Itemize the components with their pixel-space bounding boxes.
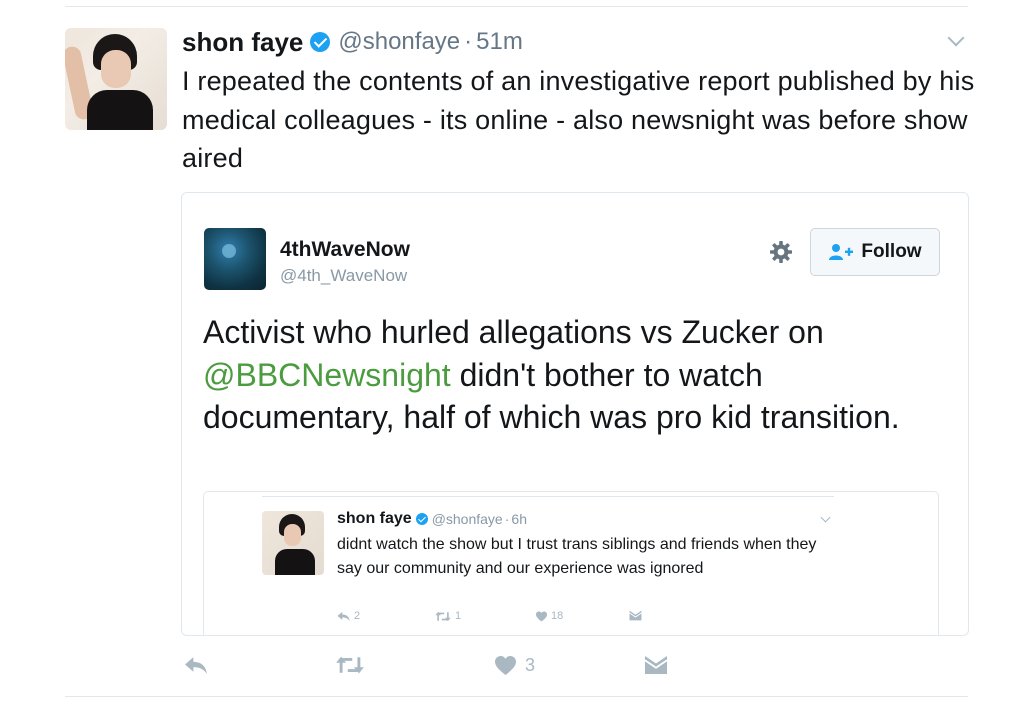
direct-message-icon	[644, 656, 668, 674]
bottom-divider	[65, 696, 968, 697]
follow-button-label: Follow	[861, 241, 922, 262]
verified-badge-icon	[310, 32, 331, 52]
retweet-button[interactable]	[334, 650, 374, 680]
quoted-reply-count: 2	[354, 610, 361, 622]
like-heart-icon	[495, 655, 516, 675]
quoted-reply-button[interactable]: 2	[337, 610, 360, 622]
tweet-timestamp[interactable]: 51m	[476, 28, 523, 56]
quoted-verified-badge-icon	[415, 513, 428, 525]
quoted-author-handle[interactable]: @shonfaye	[432, 511, 503, 527]
time-separator: ·	[464, 28, 473, 55]
embedded-author-handle[interactable]: @4th_WaveNow	[280, 266, 407, 286]
embedded-text-before: Activist who hurled allegations vs Zucke…	[203, 314, 824, 350]
follow-button[interactable]: Follow	[810, 228, 940, 276]
chevron-down-icon[interactable]	[947, 29, 965, 47]
quoted-timestamp[interactable]: 6h	[511, 511, 527, 527]
retweet-icon	[336, 656, 364, 674]
quoted-retweet-count: 1	[455, 610, 462, 622]
quoted-chevron-down-icon[interactable]	[820, 512, 831, 523]
retweet-icon	[435, 611, 451, 621]
avatar[interactable]	[65, 28, 167, 130]
follow-person-icon	[829, 244, 854, 260]
tweet-header: shon faye @shonfaye · 51m	[182, 26, 523, 58]
quoted-avatar[interactable]	[262, 511, 324, 575]
embedded-author-name[interactable]: 4thWaveNow	[280, 238, 410, 262]
quoted-tweet-text: didnt watch the show but I trust trans s…	[337, 536, 817, 577]
embedded-tweet-card[interactable]: 4thWaveNow @4th_WaveNow Follow Activist …	[181, 192, 969, 636]
reply-icon	[337, 611, 350, 621]
like-button[interactable]: 3	[494, 650, 535, 680]
quoted-tweet[interactable]: shon faye @shonfaye · 6h didnt watch the…	[203, 491, 939, 635]
author-name[interactable]: shon faye	[182, 27, 303, 58]
like-count: 3	[525, 654, 536, 675]
quoted-header: shon faye @shonfaye · 6h	[337, 510, 527, 528]
top-divider	[65, 6, 968, 7]
embedded-tweet-text: Activist who hurled allegations vs Zucke…	[203, 311, 923, 439]
tweet-action-bar: 3	[0, 650, 1024, 680]
reply-icon	[185, 656, 207, 674]
quoted-like-button[interactable]: 18	[535, 610, 563, 622]
author-handle[interactable]: @shonfaye	[338, 28, 460, 56]
quoted-author-name[interactable]: shon faye	[337, 510, 412, 528]
quoted-like-count: 18	[551, 610, 564, 622]
tweet-text: I repeated the contents of an investigat…	[182, 66, 975, 173]
gear-icon[interactable]	[769, 240, 793, 264]
direct-message-button[interactable]	[644, 650, 668, 680]
like-heart-icon	[536, 611, 547, 621]
quoted-top-divider	[262, 496, 834, 497]
embedded-avatar[interactable]	[204, 228, 266, 290]
mention-link[interactable]: @BBCNewsnight	[203, 357, 451, 393]
direct-message-icon	[629, 610, 642, 621]
quoted-direct-message-button[interactable]	[629, 610, 642, 621]
reply-button[interactable]	[184, 650, 217, 680]
quoted-time-separator: ·	[504, 511, 510, 527]
quoted-retweet-button[interactable]: 1	[434, 610, 461, 622]
